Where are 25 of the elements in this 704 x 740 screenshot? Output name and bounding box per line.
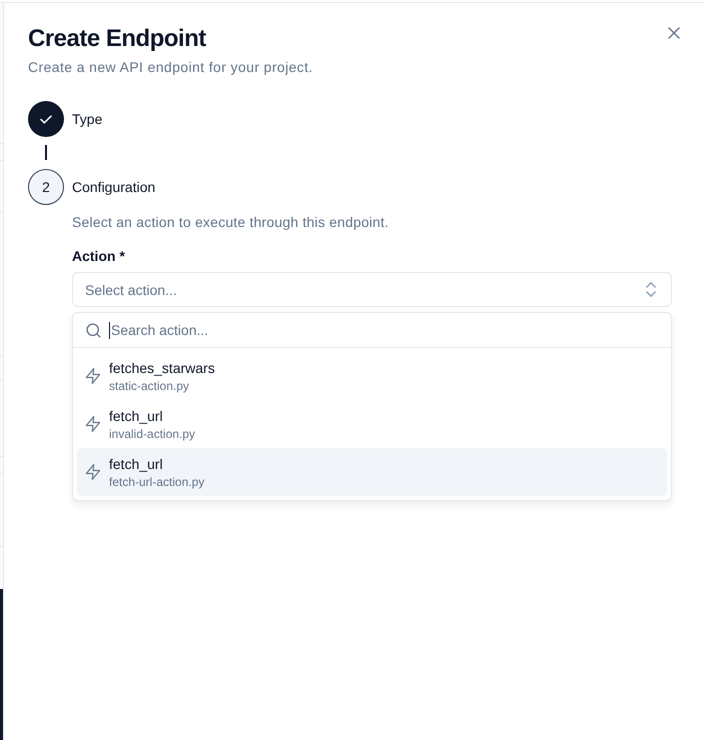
lightning-icon: [86, 416, 100, 432]
lightning-icon: [86, 464, 100, 480]
action-filename: static-action.py: [109, 378, 190, 394]
search-icon: [86, 322, 101, 338]
dialog-subtitle: Create a new API endpoint for your project.: [28, 58, 313, 77]
field-label: Action *: [72, 247, 125, 266]
step-label: Configuration: [72, 178, 156, 197]
action-option[interactable]: fetch_url invalid-action.py: [77, 400, 667, 448]
action-option[interactable]: fetch_url fetch-url-action.py: [77, 448, 667, 496]
action-select[interactable]: Select action...: [72, 272, 672, 307]
dialog-title: Create Endpoint: [28, 24, 206, 54]
action-name: fetches_starwars: [109, 359, 215, 378]
lightning-icon: [86, 368, 100, 384]
action-option[interactable]: fetches_starwars static-action.py: [77, 352, 667, 400]
step-description: Select an action to execute through this endpoint.: [72, 213, 389, 232]
step-connector: [45, 145, 47, 160]
action-filename: invalid-action.py: [109, 426, 196, 442]
step-label: Type: [72, 110, 102, 129]
chevrons-up-down-icon: [646, 282, 656, 297]
close-icon[interactable]: [666, 25, 682, 41]
search-field[interactable]: Search action...: [110, 320, 659, 340]
action-filename: fetch-url-action.py: [109, 474, 204, 490]
action-name: fetch_url: [109, 455, 163, 474]
action-name: fetch_url: [109, 407, 163, 426]
step-number: 2: [28, 169, 64, 205]
